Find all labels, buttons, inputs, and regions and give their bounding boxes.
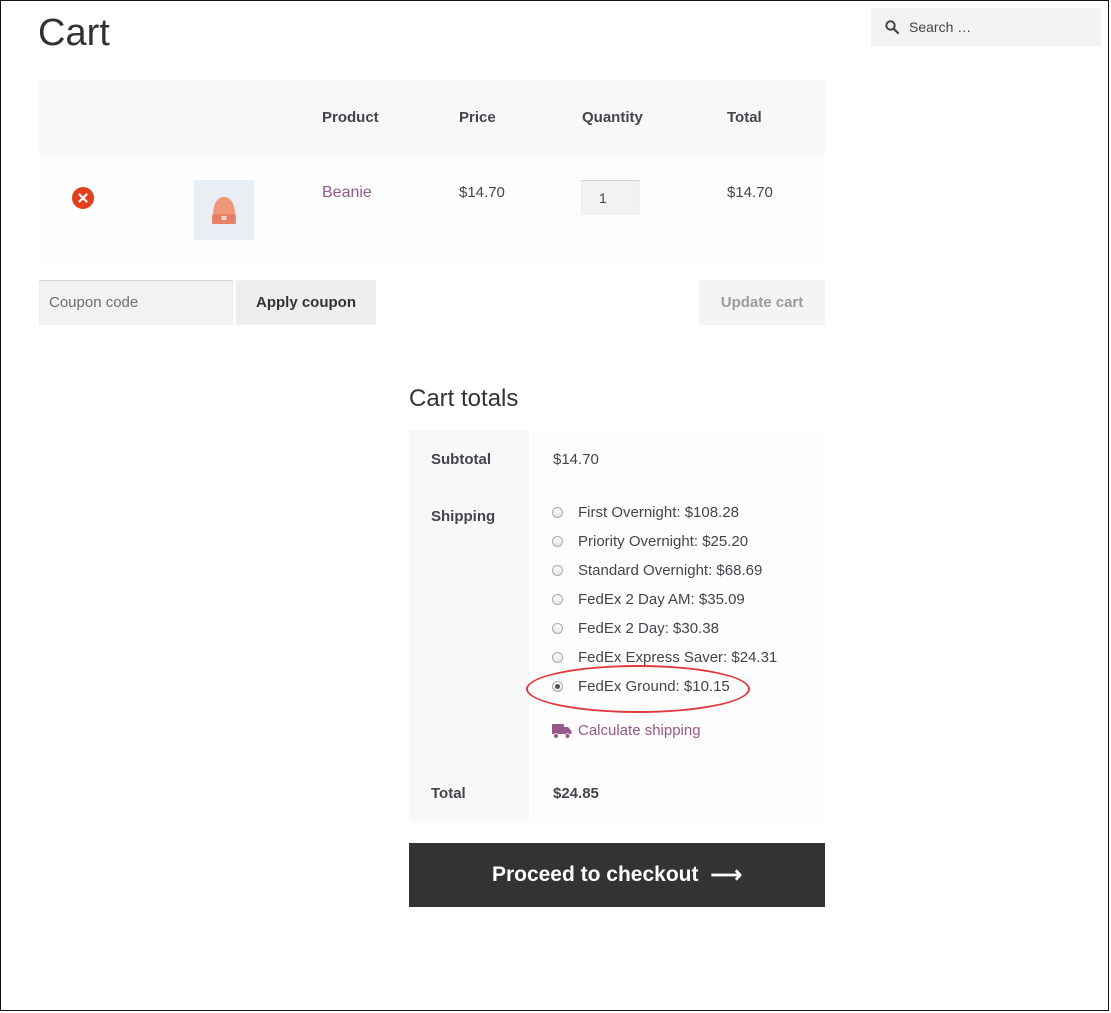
- close-icon: [78, 193, 88, 203]
- shipping-option[interactable]: Standard Overnight: $68.69: [552, 562, 777, 591]
- shipping-label-cell: [409, 487, 529, 764]
- proceed-to-checkout-button[interactable]: Proceed to checkout ⟶: [409, 843, 825, 907]
- shipping-option[interactable]: FedEx 2 Day: $30.38: [552, 620, 777, 649]
- subtotal-value: $14.70: [553, 451, 599, 468]
- shipping-option-label: Priority Overnight: $25.20: [578, 533, 749, 550]
- shipping-option-label: First Overnight: $108.28: [578, 504, 739, 521]
- shipping-label: Shipping: [431, 508, 496, 525]
- radio-button[interactable]: [552, 652, 563, 663]
- beanie-image: [212, 197, 236, 224]
- apply-coupon-button[interactable]: Apply coupon: [236, 280, 376, 325]
- product-total: $14.70: [727, 184, 773, 201]
- calculate-shipping-label: Calculate shipping: [578, 722, 701, 739]
- search-box[interactable]: [871, 8, 1101, 46]
- radio-button[interactable]: [552, 536, 563, 547]
- calculate-shipping-link[interactable]: Calculate shipping: [552, 722, 701, 739]
- quantity-input[interactable]: [581, 180, 640, 215]
- shipping-option-label: Standard Overnight: $68.69: [578, 562, 763, 579]
- subtotal-row: Subtotal $14.70: [409, 430, 825, 487]
- product-link[interactable]: Beanie: [322, 184, 372, 202]
- shipping-option-label: FedEx Ground: $10.15: [578, 678, 730, 695]
- coupon-code-input[interactable]: [39, 280, 233, 325]
- checkout-label: Proceed to checkout: [491, 863, 699, 886]
- total-label: Total: [431, 785, 466, 802]
- radio-button[interactable]: [552, 623, 563, 634]
- table-row: [39, 155, 825, 265]
- radio-button[interactable]: [552, 565, 563, 576]
- page-title: Cart: [38, 12, 110, 54]
- update-cart-button[interactable]: Update cart: [699, 280, 825, 325]
- shipping-row: Shipping First Overnight: $108.28 Priori…: [409, 487, 825, 764]
- arrow-right-icon: ⟶: [710, 862, 743, 887]
- cart-table-header: Product Price Quantity Total: [39, 80, 825, 155]
- shipping-option[interactable]: First Overnight: $108.28: [552, 504, 777, 533]
- header-total: Total: [727, 109, 762, 126]
- total-row: Total $24.85: [409, 764, 825, 821]
- total-label-cell: [409, 764, 529, 821]
- search-input[interactable]: [907, 18, 1091, 36]
- product-thumbnail[interactable]: [194, 180, 254, 240]
- product-price: $14.70: [459, 184, 505, 201]
- search-icon: [885, 20, 899, 34]
- subtotal-label: Subtotal: [431, 451, 491, 468]
- shipping-option[interactable]: FedEx Express Saver: $24.31: [552, 649, 777, 678]
- shipping-option-label: FedEx 2 Day: $30.38: [578, 620, 719, 637]
- header-product: Product: [322, 109, 379, 126]
- cart-totals-table: Subtotal $14.70 Shipping First Overnight…: [409, 430, 825, 821]
- shipping-options: First Overnight: $108.28 Priority Overni…: [552, 504, 777, 707]
- shipping-option-label: FedEx Express Saver: $24.31: [578, 649, 778, 666]
- total-value: $24.85: [553, 785, 599, 802]
- radio-button-checked[interactable]: [552, 681, 563, 692]
- radio-button[interactable]: [552, 594, 563, 605]
- shipping-option[interactable]: FedEx 2 Day AM: $35.09: [552, 591, 777, 620]
- radio-button[interactable]: [552, 507, 563, 518]
- truck-icon: [552, 723, 572, 739]
- shipping-option[interactable]: Priority Overnight: $25.20: [552, 533, 777, 562]
- header-quantity: Quantity: [582, 109, 643, 126]
- shipping-option-selected[interactable]: FedEx Ground: $10.15: [552, 678, 777, 707]
- cart-table: Product Price Quantity Total Beanie $14.…: [39, 80, 825, 265]
- cart-totals-title: Cart totals: [409, 385, 519, 412]
- header-price: Price: [459, 109, 496, 126]
- shipping-option-label: FedEx 2 Day AM: $35.09: [578, 591, 745, 608]
- remove-item-button[interactable]: [72, 187, 94, 209]
